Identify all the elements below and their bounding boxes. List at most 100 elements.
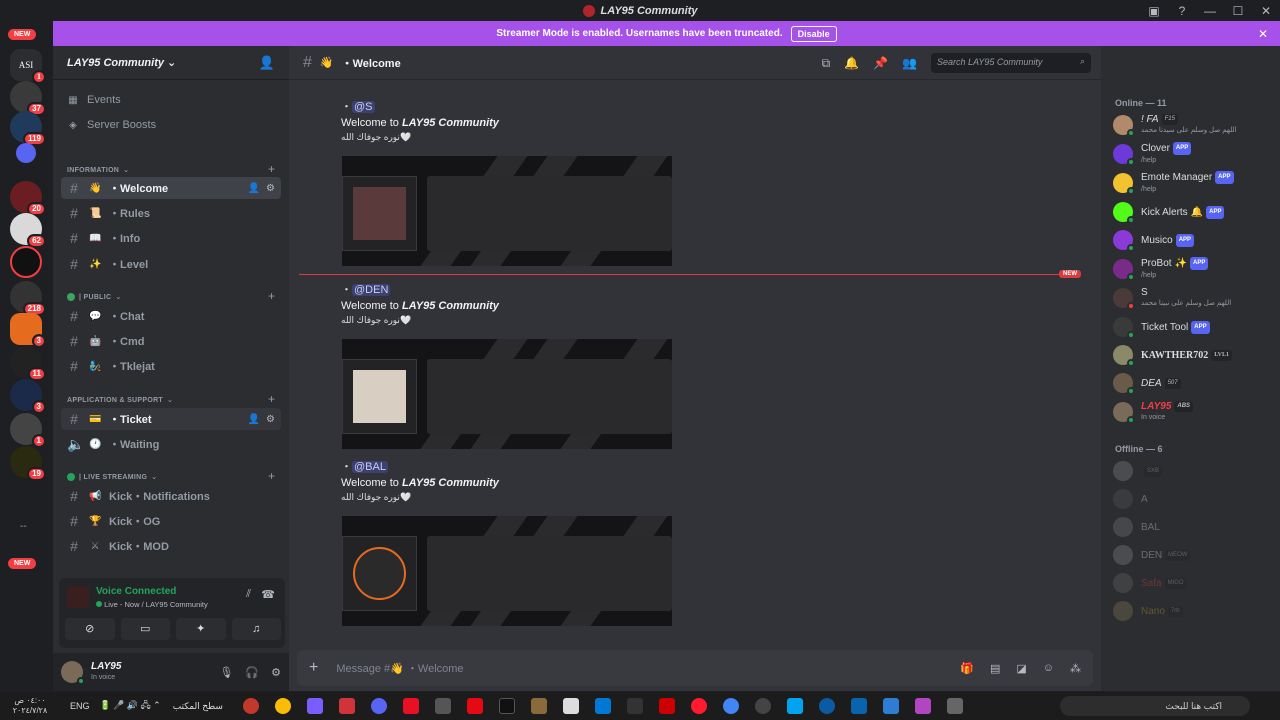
tray-icons[interactable]: 🔋 🎤 🔊 🖧 ⌃ <box>100 698 161 714</box>
disable-button[interactable]: Disable <box>790 25 837 42</box>
server-icon[interactable]: 3 <box>10 313 46 348</box>
taskbar-app-icon[interactable] <box>594 698 611 714</box>
member-item[interactable]: Clover APP/help <box>1113 141 1273 167</box>
add-attachment-icon[interactable]: + <box>309 659 318 677</box>
disconnect-icon[interactable]: ☎ <box>261 588 275 601</box>
category-public[interactable]: | PUBLIC ⌄ <box>67 293 122 301</box>
desktop-toolbar[interactable]: سطح المكتب <box>173 701 223 712</box>
mail-icon[interactable] <box>850 698 867 714</box>
pin-icon[interactable]: 📌 <box>873 56 888 70</box>
emoji-icon[interactable]: ☺ <box>1043 662 1054 675</box>
member-item[interactable]: KAWTHER702 LVL1 <box>1113 342 1273 368</box>
member-item[interactable]: ! FA F15 اللهم صل وسلم على سيدنا محمد <box>1113 112 1273 138</box>
member-item[interactable]: Nano 7rb <box>1113 598 1273 624</box>
chrome-icon[interactable] <box>722 698 739 714</box>
welcome-banner[interactable] <box>342 516 672 626</box>
edge-icon[interactable] <box>818 698 835 714</box>
invite-icon[interactable]: 👤 <box>259 55 275 71</box>
member-item[interactable]: BAL <box>1113 514 1273 540</box>
member-item[interactable]: SXB <box>1113 458 1273 484</box>
member-item[interactable]: Musico APP <box>1113 227 1273 253</box>
avatar[interactable] <box>61 661 85 685</box>
more-servers[interactable]: -- <box>20 521 27 532</box>
close-icon[interactable]: ✕ <box>1258 27 1268 41</box>
channel-kick-og[interactable]: # 🏆 Kick・OG <box>61 510 281 532</box>
new-pill-top[interactable]: NEW <box>8 29 37 40</box>
server-icon[interactable]: 37 <box>10 81 46 116</box>
member-item[interactable]: S اللهم صل وسلم على نبينا محمد <box>1113 285 1273 311</box>
server-icon[interactable] <box>10 246 42 278</box>
gear-icon[interactable]: ⚙ <box>271 666 281 679</box>
soundboard-button[interactable]: ♫ <box>231 618 281 640</box>
member-item[interactable]: Ticket Tool APP <box>1113 314 1273 340</box>
category-information[interactable]: INFORMATION ⌄ <box>67 166 129 175</box>
channel-kick-notifications[interactable]: # 📢 Kick・Notifications <box>61 485 281 507</box>
server-icon[interactable]: 62 <box>10 213 46 248</box>
taskbar-app-icon[interactable] <box>242 698 259 714</box>
language-indicator[interactable]: ENG <box>70 701 90 711</box>
taskbar-app-icon[interactable] <box>754 698 771 714</box>
taskbar-app-icon[interactable] <box>562 698 579 714</box>
channel-kick-mod[interactable]: # ⚔ Kick・MOD <box>61 535 281 557</box>
user-mention[interactable]: @DEN <box>352 284 391 296</box>
bell-icon[interactable]: 🔔 <box>844 56 859 70</box>
maximize-button[interactable]: ☐ <box>1224 4 1252 18</box>
member-item[interactable]: A <box>1113 486 1273 512</box>
add-channel-icon[interactable]: + <box>268 289 275 303</box>
user-mention[interactable]: @S <box>352 101 375 113</box>
server-icon[interactable]: 11 <box>10 346 46 381</box>
server-icon[interactable]: 1 <box>10 413 46 448</box>
member-item[interactable]: Safa MIGO <box>1113 570 1273 596</box>
close-button[interactable]: ✕ <box>1252 4 1280 18</box>
channel-info[interactable]: # 📖 ・Info <box>61 227 281 249</box>
taskbar-app-icon[interactable] <box>530 698 547 714</box>
user-name[interactable]: LAY95 <box>91 661 121 672</box>
taskbar-app-icon[interactable] <box>658 698 675 714</box>
category-streaming[interactable]: | LIVE STREAMING ⌄ <box>67 473 157 481</box>
store-icon[interactable] <box>786 698 803 714</box>
member-item[interactable]: Kick Alerts 🔔 APP <box>1113 199 1273 225</box>
taskbar-app-icon[interactable] <box>626 698 643 714</box>
microphone-icon[interactable]: 🎙 <box>219 666 233 679</box>
channel-tklejat[interactable]: # 🧞 ・Tklejat <box>61 355 281 377</box>
gift-icon[interactable]: 🎁 <box>960 662 974 675</box>
member-item[interactable]: Emote Manager APP/help <box>1113 170 1273 196</box>
minimize-button[interactable]: — <box>1196 4 1224 18</box>
copilot-icon[interactable] <box>914 698 931 714</box>
taskbar-app-icon[interactable] <box>882 698 899 714</box>
server-icon[interactable]: 19 <box>10 446 46 481</box>
user-mention[interactable]: @BAL <box>352 461 388 473</box>
apps-icon[interactable]: ⁂ <box>1070 662 1081 675</box>
taskbar-app-icon[interactable] <box>306 698 323 714</box>
search-input[interactable]: Search LAY95 Community ⌕ <box>931 53 1091 73</box>
welcome-banner[interactable] <box>342 339 672 449</box>
screen-share-button[interactable]: ▭ <box>120 618 170 640</box>
noise-icon[interactable]: ⫽ <box>246 588 251 601</box>
help-icon[interactable]: ? <box>1168 4 1196 18</box>
message-input[interactable]: Message #👋 ・Welcome <box>336 660 463 676</box>
taskbar-app-icon[interactable] <box>402 698 419 714</box>
taskbar-app-icon[interactable] <box>338 698 355 714</box>
task-view-icon[interactable] <box>946 698 963 714</box>
inbox-icon[interactable]: ▣ <box>1140 4 1168 18</box>
guild-header[interactable]: LAY95 Community ⌄ 👤 <box>53 46 289 80</box>
headphones-icon[interactable]: 🎧 <box>245 666 259 679</box>
member-item[interactable]: LAY95 ABS In voice <box>1113 399 1273 425</box>
member-item[interactable]: ProBot ✨ APP/help <box>1113 256 1273 282</box>
gear-icon[interactable]: ⚙ <box>266 414 275 425</box>
opera-icon[interactable] <box>690 698 707 714</box>
chrome-icon[interactable] <box>274 698 291 714</box>
voice-status[interactable]: Voice Connected <box>96 586 176 597</box>
server-icon[interactable]: 3 <box>10 379 46 414</box>
activities-button[interactable]: ✦ <box>176 618 226 640</box>
discord-icon[interactable] <box>370 698 387 714</box>
threads-icon[interactable]: ⧉ <box>822 56 831 71</box>
member-item[interactable]: DEA 507 <box>1113 370 1273 396</box>
invite-icon[interactable]: 👤 <box>248 183 260 194</box>
category-support[interactable]: APPLICATION & SUPPORT ⌄ <box>67 396 173 405</box>
invite-icon[interactable]: 👤 <box>248 414 260 425</box>
channel-ticket[interactable]: # 💳 ・Ticket 👤 ⚙ <box>61 408 281 430</box>
sticker-icon[interactable]: ◪ <box>1016 662 1026 675</box>
server-asi[interactable]: ASI 1 <box>10 49 46 84</box>
channel-level[interactable]: # ✨ ・Level <box>61 253 281 275</box>
